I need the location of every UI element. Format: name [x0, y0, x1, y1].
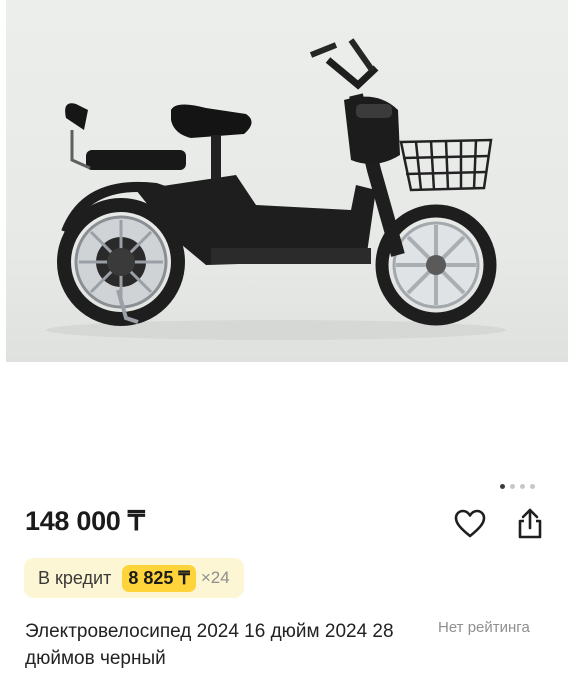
- share-button[interactable]: [512, 506, 548, 542]
- ebike-illustration: [46, 38, 506, 340]
- gallery-dot[interactable]: [520, 484, 525, 489]
- credit-offer-badge[interactable]: В кредит 8 825 ₸ ×24: [24, 558, 244, 598]
- rating-status[interactable]: Нет рейтинга: [438, 619, 530, 636]
- gallery-dot[interactable]: [510, 484, 515, 489]
- product-photo[interactable]: [0, 0, 574, 368]
- credit-label: В кредит: [38, 567, 112, 588]
- share-icon: [518, 508, 542, 539]
- credit-monthly-amount: 8 825 ₸: [122, 564, 196, 592]
- gallery-dot[interactable]: [530, 484, 535, 489]
- gallery-pagination[interactable]: [500, 484, 535, 489]
- heart-icon: [454, 509, 486, 538]
- product-price: 148 000 ₸: [25, 506, 145, 536]
- gallery-dot-active[interactable]: [500, 484, 505, 489]
- favorite-button[interactable]: [452, 506, 488, 542]
- credit-months: ×24: [200, 568, 230, 587]
- product-image[interactable]: [6, 0, 568, 362]
- product-title: Электровелосипед 2024 16 дюйм 2024 28 дю…: [25, 621, 394, 669]
